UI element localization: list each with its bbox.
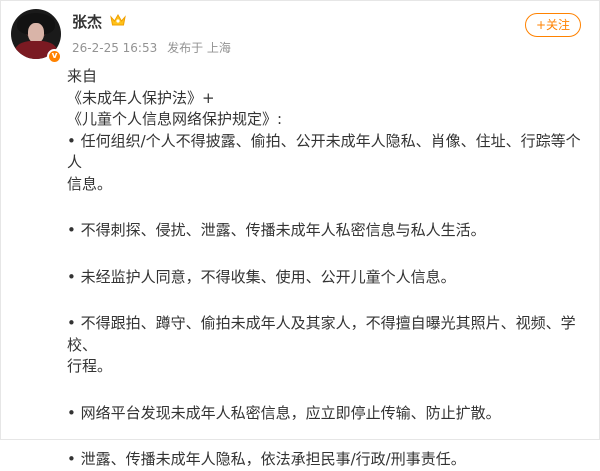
post-header: v 张杰 26-2-25 16:53 发布于 上海 +关注 xyxy=(11,9,591,69)
bullet-item-continued: 行程。 xyxy=(67,357,113,375)
post-location: 发布于 上海 xyxy=(167,41,231,55)
bullet-item: • 任何组织/个人不得披露、偷拍、公开未成年人隐私、肖像、住址、行踪等个人 xyxy=(67,131,581,172)
post-meta: 26-2-25 16:53 发布于 上海 xyxy=(72,39,237,56)
post-content: 来自 《未成年人保护法》+ 《儿童个人信息网络保护规定》: • 任何组织/个人不… xyxy=(67,66,587,471)
bullet-item: • 泄露、传播未成年人隐私，依法承担民事/行政/刑事责任。 xyxy=(67,450,466,468)
intro-line: 来自 xyxy=(67,67,98,85)
author-name[interactable]: 张杰 xyxy=(72,11,102,32)
follow-button[interactable]: +关注 xyxy=(525,13,581,37)
verified-badge-icon: v xyxy=(47,49,62,64)
post-time[interactable]: 26-2-25 16:53 xyxy=(72,41,157,55)
bullet-item: • 不得刺探、侵扰、泄露、传播未成年人私密信息与私人生活。 xyxy=(67,221,486,239)
bullet-item: • 网络平台发现未成年人私密信息，应立即停止传输、防止扩散。 xyxy=(67,403,501,422)
bullet-item-continued: 信息。 xyxy=(67,174,113,193)
weibo-post-card: v 张杰 26-2-25 16:53 发布于 上海 +关注 来自 《未成年人保护… xyxy=(0,0,600,468)
bullet-item: • 未经监护人同意，不得收集、使用、公开儿童个人信息。 xyxy=(67,267,456,286)
intro-line: 《未成年人保护法》+ xyxy=(67,88,215,107)
bullet-item: • 不得跟拍、蹲守、偷拍未成年人及其家人，不得擅自曝光其照片、视频、学校、 xyxy=(67,314,576,354)
intro-line: 《儿童个人信息网络保护规定》: xyxy=(67,110,283,128)
avatar-face xyxy=(28,23,44,43)
crown-icon[interactable] xyxy=(109,12,127,28)
